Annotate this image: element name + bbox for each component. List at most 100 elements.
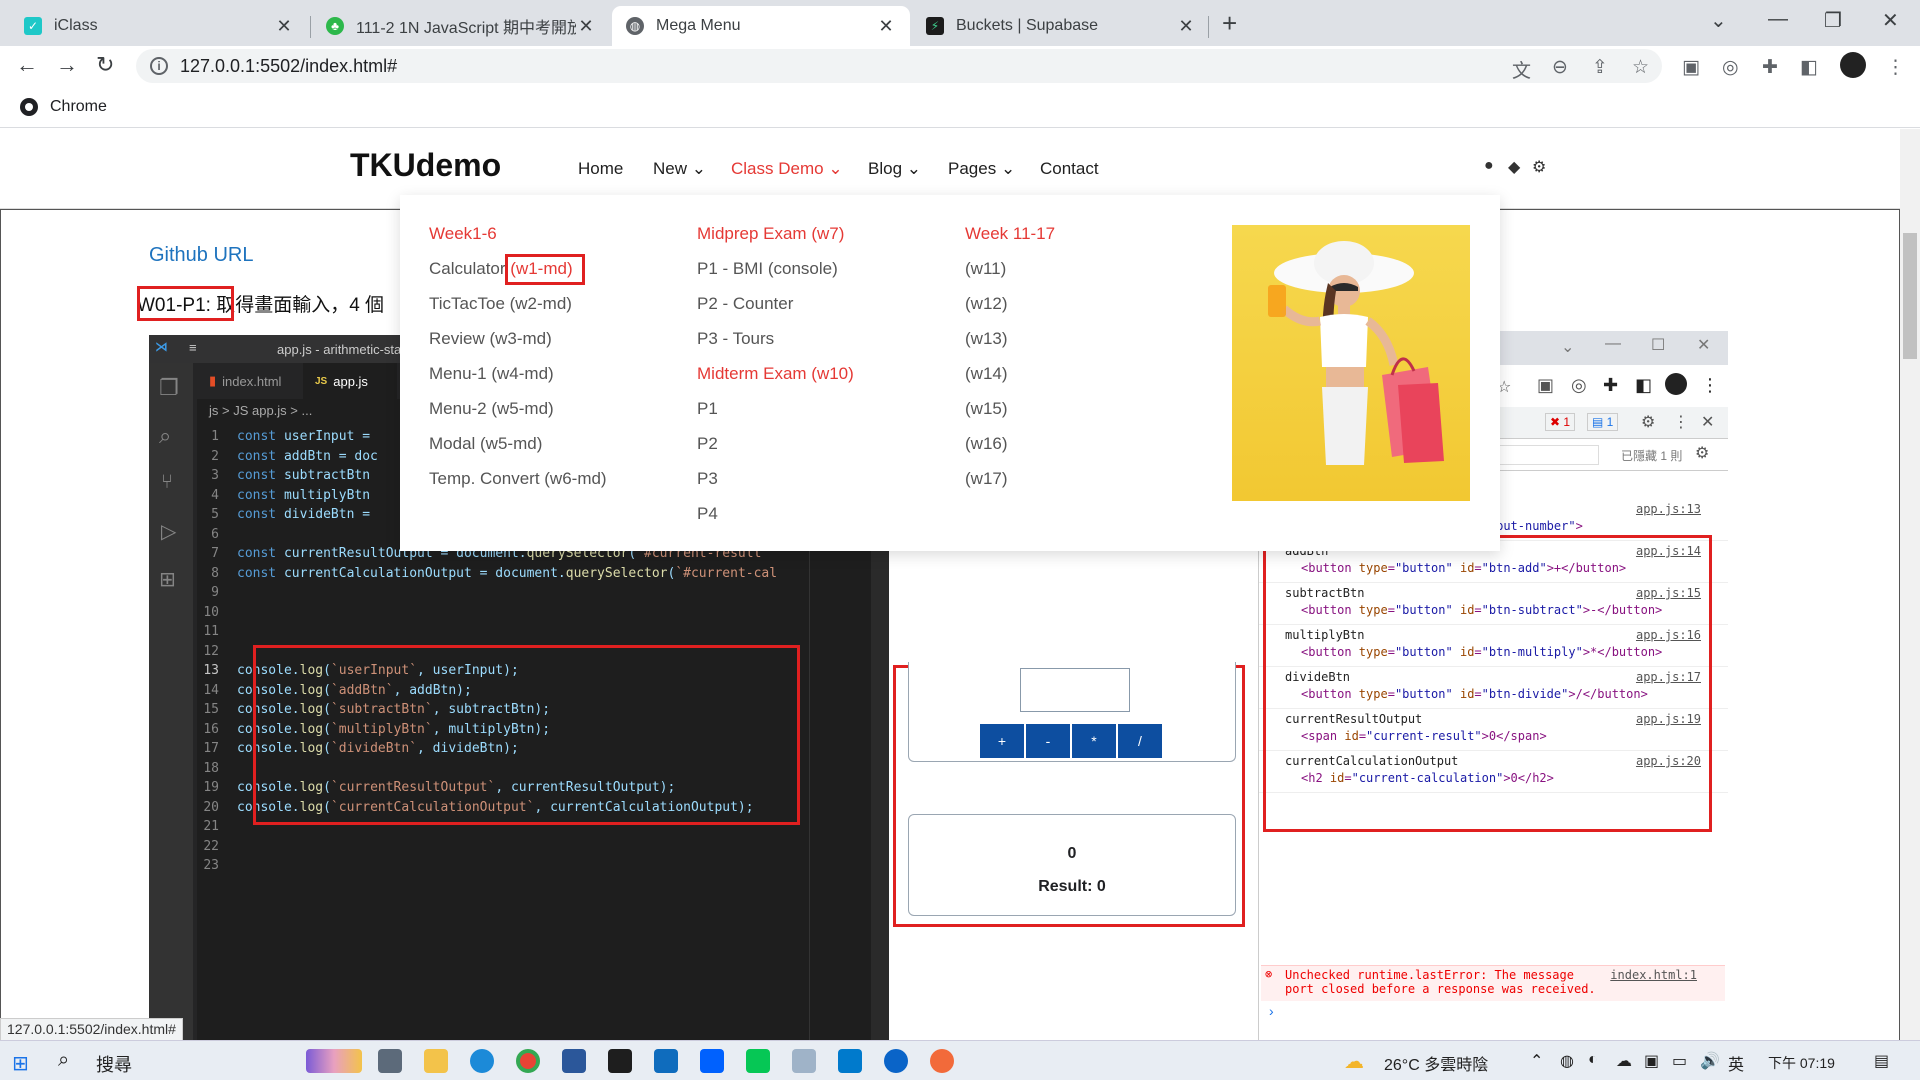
menu-item-p3[interactable]: P3 bbox=[697, 468, 854, 503]
extensions-icon[interactable]: ⊞ bbox=[159, 567, 176, 592]
line-icon[interactable] bbox=[746, 1049, 770, 1073]
divide-button[interactable]: / bbox=[1118, 724, 1162, 758]
notification-icon[interactable]: ▤ bbox=[1874, 1051, 1889, 1071]
nav-blog[interactable]: Blog ⌄ bbox=[868, 159, 921, 179]
breadcrumb[interactable]: js > JS app.js > ... bbox=[209, 403, 312, 418]
menu-item-p2[interactable]: P2 bbox=[697, 433, 854, 468]
close-icon[interactable]: ✕ bbox=[876, 16, 896, 37]
menu-item-p3-tours[interactable]: P3 - Tours bbox=[697, 328, 854, 363]
tab-mega-menu[interactable]: ◍ Mega Menu ✕ bbox=[612, 6, 910, 46]
menu-item-w15[interactable]: (w15) bbox=[965, 398, 1055, 433]
close-icon[interactable]: ✕ bbox=[576, 16, 596, 37]
subtract-button[interactable]: - bbox=[1026, 724, 1070, 758]
word-icon[interactable] bbox=[562, 1049, 586, 1073]
maximize-button[interactable]: ☐ bbox=[1651, 335, 1665, 355]
menu-item-w14[interactable]: (w14) bbox=[965, 363, 1055, 398]
zoom-icon[interactable]: ⊖ bbox=[1552, 56, 1568, 79]
extension-headphone-icon[interactable]: ◎ bbox=[1722, 56, 1739, 79]
address-bar[interactable]: i 127.0.0.1:5502/index.html# bbox=[136, 49, 1662, 83]
reload-button[interactable]: ↻ bbox=[96, 52, 114, 78]
source-control-icon[interactable]: ⑂ bbox=[161, 471, 173, 494]
tab-iclass[interactable]: ✓ iClass ✕ bbox=[10, 6, 308, 46]
chevron-up-icon[interactable]: ⌃ bbox=[1530, 1051, 1543, 1071]
menu-item-w12[interactable]: (w12) bbox=[965, 293, 1055, 328]
site-brand[interactable]: TKUdemo bbox=[350, 147, 501, 184]
settings-gear-icon[interactable]: ⚙ bbox=[1695, 443, 1709, 463]
console-prompt-icon[interactable]: › bbox=[1269, 1003, 1274, 1019]
run-debug-icon[interactable]: ▷ bbox=[161, 519, 176, 544]
scrollbar-thumb[interactable] bbox=[1903, 233, 1917, 359]
weather-text[interactable]: 26°C 多雲時陰 bbox=[1384, 1051, 1488, 1075]
close-icon[interactable]: ✕ bbox=[274, 16, 294, 37]
menu-icon[interactable]: ≡ bbox=[189, 340, 197, 355]
close-icon[interactable]: ✕ bbox=[1697, 335, 1710, 355]
tab-index-html[interactable]: ▮ index.html bbox=[197, 363, 301, 399]
menu-item-modal[interactable]: Modal (w5-md) bbox=[429, 433, 607, 468]
log-source-link[interactable]: app.js:13 bbox=[1636, 502, 1701, 516]
menu-item-p1[interactable]: P1 bbox=[697, 398, 854, 433]
edge-icon[interactable] bbox=[470, 1049, 494, 1073]
code-line[interactable]: 22 bbox=[197, 837, 889, 857]
number-input[interactable] bbox=[1020, 668, 1130, 712]
maximize-button[interactable]: ❐ bbox=[1824, 8, 1842, 33]
menu-item-review[interactable]: Review (w3-md) bbox=[429, 328, 607, 363]
menu-item-menu-1[interactable]: Menu-1 (w4-md) bbox=[429, 363, 607, 398]
add-button[interactable]: + bbox=[980, 724, 1024, 758]
site-info-icon[interactable]: i bbox=[150, 57, 168, 75]
menu-icon[interactable]: ⋮ bbox=[1701, 375, 1719, 396]
menu-item-w16[interactable]: (w16) bbox=[965, 433, 1055, 468]
side-panel-icon[interactable]: ◧ bbox=[1800, 56, 1818, 79]
nav-class-demo[interactable]: Class Demo ⌄ bbox=[731, 159, 843, 179]
extension-help-icon[interactable]: ▣ bbox=[1682, 56, 1700, 79]
chrome-menu-icon[interactable]: ⋮ bbox=[1886, 56, 1905, 79]
extensions-puzzle-icon[interactable]: ✚ bbox=[1762, 56, 1778, 79]
menu-item-p2-counter[interactable]: P2 - Counter bbox=[697, 293, 854, 328]
task-view-icon[interactable] bbox=[378, 1049, 402, 1073]
multiply-button[interactable]: * bbox=[1072, 724, 1116, 758]
mail-icon[interactable] bbox=[654, 1049, 678, 1073]
ime-indicator[interactable]: 英 bbox=[1728, 1051, 1744, 1075]
clock[interactable]: 下午 07:19 bbox=[1768, 1053, 1835, 1073]
github-icon[interactable]: ● bbox=[1484, 157, 1494, 175]
terminal-icon[interactable] bbox=[608, 1049, 632, 1073]
chrome-icon[interactable] bbox=[516, 1049, 540, 1073]
headphone-icon[interactable]: ◎ bbox=[1571, 375, 1587, 396]
chevron-down-icon[interactable]: ⌄ bbox=[1561, 337, 1574, 357]
menu-item-p4[interactable]: P4 bbox=[697, 503, 854, 538]
new-tab-button[interactable]: + bbox=[1222, 8, 1237, 39]
nav-contact[interactable]: Contact bbox=[1040, 159, 1099, 179]
nav-home[interactable]: Home bbox=[578, 159, 623, 179]
menu-item-p1-bmi[interactable]: P1 - BMI (console) bbox=[697, 258, 854, 293]
explorer-icon[interactable]: ❐ bbox=[159, 375, 179, 401]
nav-new[interactable]: New ⌄ bbox=[653, 159, 706, 179]
firefox-icon[interactable] bbox=[930, 1049, 954, 1073]
tab-javascript-exam[interactable]: ♣ 111-2 1N JavaScript 期中考開放 ✕ bbox=[312, 6, 610, 46]
tab-app-js[interactable]: JS app.js bbox=[303, 363, 397, 399]
close-window-button[interactable]: ✕ bbox=[1882, 8, 1899, 33]
forward-button[interactable]: → bbox=[56, 52, 78, 78]
message-count-badge[interactable]: ▤ 1 bbox=[1587, 413, 1619, 431]
code-line[interactable]: 11 bbox=[197, 622, 889, 642]
close-icon[interactable]: ✕ bbox=[1176, 16, 1196, 37]
search-icon[interactable]: ⌕ bbox=[58, 1049, 69, 1072]
git-icon[interactable]: ◆ bbox=[1508, 157, 1520, 177]
menu-item-w13[interactable]: (w13) bbox=[965, 328, 1055, 363]
nav-pages[interactable]: Pages ⌄ bbox=[948, 159, 1015, 179]
minimize-button[interactable]: — bbox=[1605, 335, 1621, 353]
code-line[interactable]: 8 const currentCalculationOutput = docume… bbox=[197, 564, 889, 584]
file-explorer-icon[interactable] bbox=[424, 1049, 448, 1073]
meet-icon[interactable]: ◍ bbox=[1560, 1051, 1574, 1071]
side-panel-icon[interactable]: ◧ bbox=[1635, 375, 1652, 396]
back-button[interactable]: ← bbox=[16, 52, 38, 78]
widget-icon[interactable] bbox=[306, 1049, 362, 1073]
dropbox-icon[interactable] bbox=[700, 1049, 724, 1073]
error-count-badge[interactable]: ✖ 1 bbox=[1545, 413, 1576, 431]
extensions-puzzle-icon[interactable]: ✚ bbox=[1603, 375, 1618, 396]
volume-icon[interactable]: 🔊 bbox=[1700, 1051, 1720, 1071]
network-icon[interactable]: ◐ bbox=[1588, 1051, 1598, 1069]
github-url-link[interactable]: Github URL bbox=[149, 244, 254, 267]
menu-item-w11[interactable]: (w11) bbox=[965, 258, 1055, 293]
page-scrollbar[interactable] bbox=[1900, 129, 1920, 1041]
help-icon[interactable]: ▣ bbox=[1537, 375, 1554, 396]
search-icon[interactable]: ⌕ bbox=[159, 423, 171, 449]
